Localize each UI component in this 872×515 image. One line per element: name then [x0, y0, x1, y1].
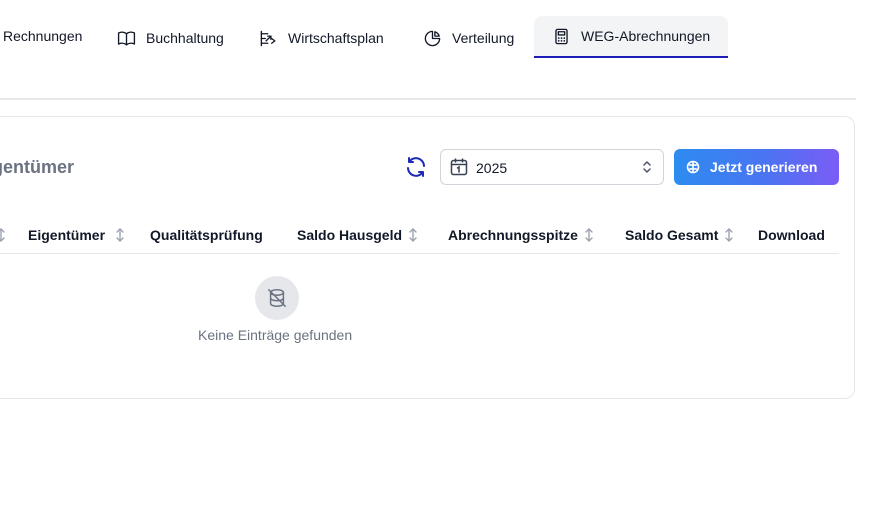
sort-icon[interactable]: [0, 227, 6, 243]
tab-buchhaltung[interactable]: Buchhaltung: [116, 28, 224, 48]
column-header-label: Qualitätsprüfung: [150, 227, 263, 243]
generate-button-label: Jetzt generieren: [710, 159, 818, 175]
table-header-divider: [0, 253, 839, 254]
calculator-icon: [551, 26, 571, 46]
database-off-icon: [255, 276, 299, 320]
column-header-qualitaetspruefung: Qualitätsprüfung: [150, 227, 263, 243]
column-header: [0, 227, 6, 243]
pie-chart-icon: [422, 28, 442, 48]
column-header-eigentuemer[interactable]: Eigentümer: [28, 227, 125, 243]
tab-label: Buchhaltung: [146, 30, 224, 46]
tab-label: Rechnungen: [3, 28, 83, 44]
tab-verteilung[interactable]: Verteilung: [422, 28, 514, 48]
plan-icon: [258, 28, 278, 48]
card-title: igentümer: [0, 157, 75, 177]
year-select[interactable]: 2025: [440, 149, 664, 185]
year-select-value: 2025: [476, 160, 508, 176]
column-header-label: Saldo Hausgeld: [297, 227, 403, 243]
tab-label: Verteilung: [452, 30, 515, 46]
sort-icon[interactable]: [115, 227, 125, 243]
column-header-label: Abrechnungsspitze: [448, 227, 578, 243]
column-header-abrechnungsspitze[interactable]: Abrechnungsspitze: [448, 227, 594, 243]
sort-icon[interactable]: [584, 227, 594, 243]
refresh-button[interactable]: [404, 155, 428, 179]
book-icon: [116, 28, 136, 48]
column-header-label: Saldo Gesamt: [625, 227, 719, 243]
column-header-saldo-gesamt[interactable]: Saldo Gesamt: [625, 227, 734, 243]
empty-state-text: Keine Einträge gefunden: [198, 327, 353, 343]
generate-button[interactable]: Jetzt generieren: [674, 149, 839, 185]
brain-icon: [686, 160, 700, 174]
column-header-download: Download: [758, 227, 825, 243]
column-header-saldo-hausgeld[interactable]: Saldo Hausgeld: [297, 227, 418, 243]
sort-icon[interactable]: [724, 227, 734, 243]
tab-rechnungen[interactable]: Rechnungen: [3, 28, 82, 44]
tab-label: Wirtschaftsplan: [288, 30, 384, 46]
sort-icon[interactable]: [408, 227, 418, 243]
tab-weg-abrechnungen[interactable]: WEG-Abrechnungen: [534, 16, 728, 58]
refresh-icon: [407, 157, 425, 177]
chevron-up-down-icon: [641, 159, 653, 175]
tab-wirtschaftsplan[interactable]: Wirtschaftsplan: [258, 28, 384, 48]
calendar-icon: [449, 157, 469, 177]
tab-label: WEG-Abrechnungen: [581, 28, 711, 44]
tabs-divider: [0, 98, 856, 100]
column-header-label: Download: [758, 227, 825, 243]
column-header-label: Eigentümer: [28, 227, 106, 243]
